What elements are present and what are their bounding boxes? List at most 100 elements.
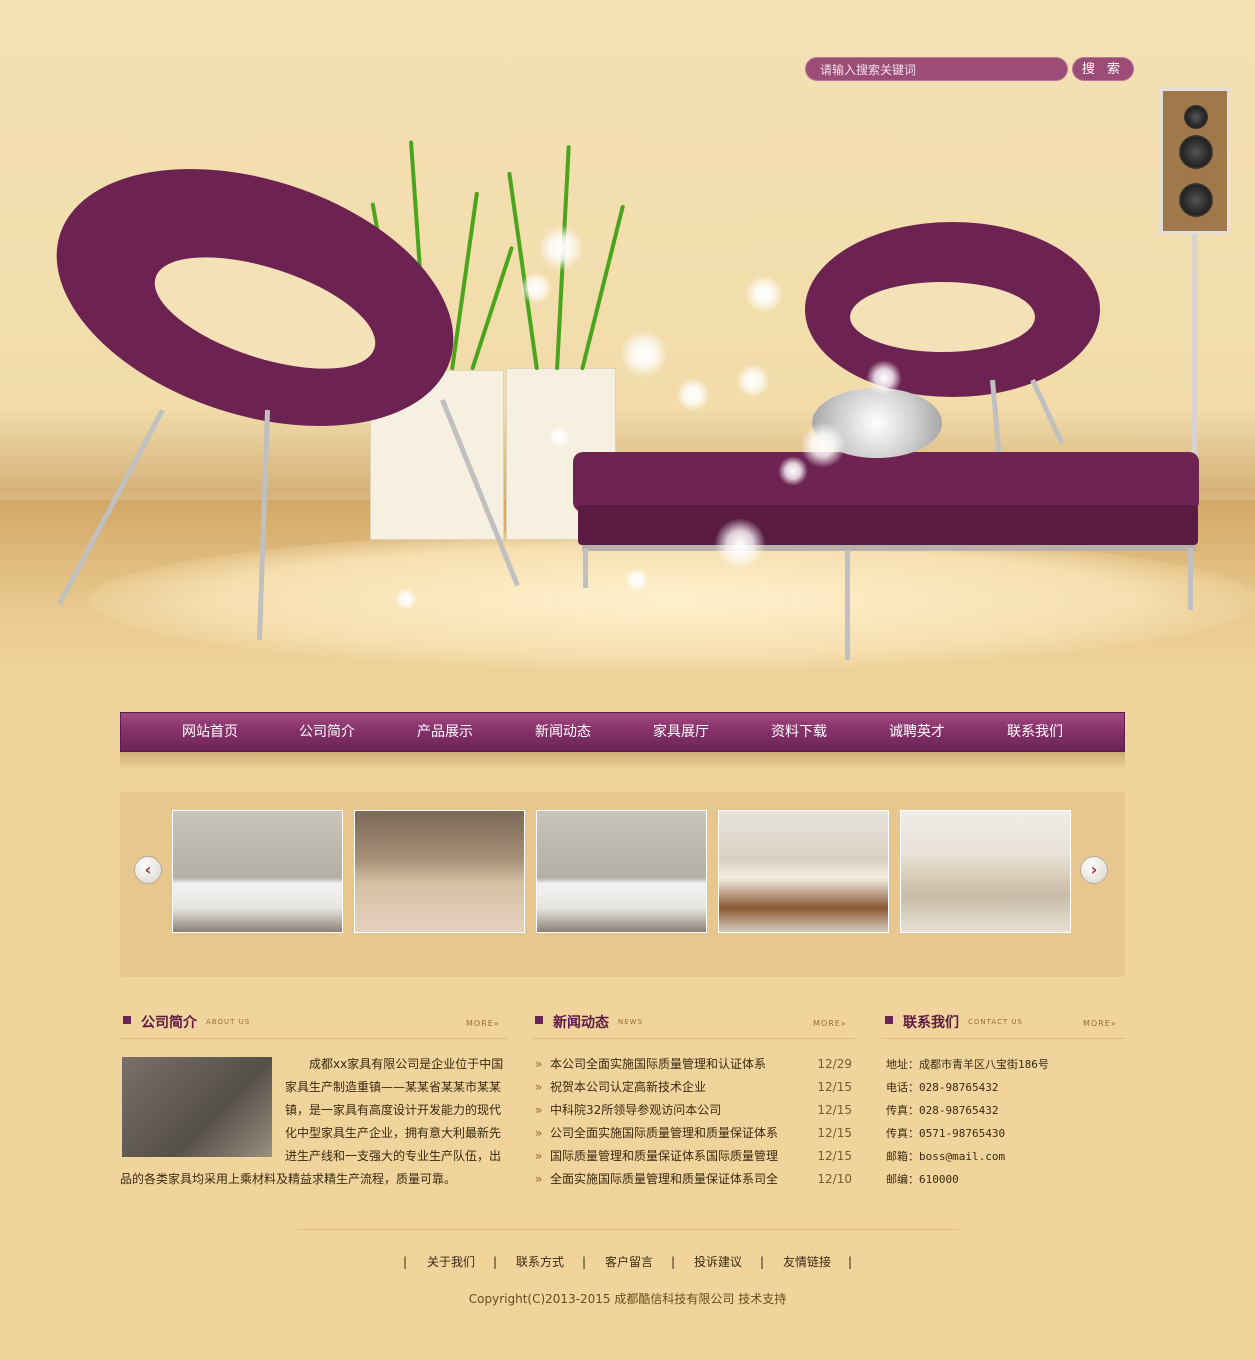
chevron-right-icon[interactable]: › [1080, 856, 1108, 884]
light-orb [520, 272, 552, 304]
divider [882, 1038, 1125, 1039]
contact-address: 地址：成都市青羊区八宝街186号 [886, 1058, 1049, 1071]
news-item-date: 12/29 [817, 1057, 852, 1071]
news-item-title: 中科院32所领导参观访问本公司 [550, 1103, 722, 1117]
news-item-title: 公司全面实施国际质量管理和质量保证体系 [550, 1126, 779, 1140]
about-text: 成都xx家具有限公司是企业位于中国家具生产制造重镇——某某省某某市某某镇，是一家… [120, 1053, 508, 1191]
footer-link-feedback[interactable]: 投诉建议 [694, 1252, 742, 1272]
separator: | [671, 1255, 676, 1269]
contact-email: 邮箱：boss@mail.com [886, 1150, 1006, 1163]
light-orb [538, 225, 584, 271]
nav-shadow [120, 752, 1125, 770]
nav-item-products[interactable]: 产品展示 [386, 713, 504, 751]
news-more-link[interactable]: MORE» [813, 1019, 847, 1028]
light-orb [620, 330, 668, 378]
light-orb [714, 518, 766, 570]
separator: | [760, 1255, 765, 1269]
square-bullet-icon [885, 1016, 893, 1024]
chevron-bullet-icon: » [535, 1057, 543, 1071]
footer-link-contact[interactable]: 联系方式 [516, 1252, 564, 1272]
about-image-spacer [120, 1053, 285, 1168]
news-item-title: 祝贺本公司认定高新技术企业 [550, 1080, 707, 1094]
speaker-image [1160, 88, 1230, 234]
woofer-2 [1179, 183, 1213, 217]
chevron-bullet-icon: » [535, 1103, 543, 1117]
ottoman-leg [845, 550, 850, 660]
ottoman-side [578, 505, 1198, 545]
news-item-title: 国际质量管理和质量保证体系国际质量管理 [550, 1149, 779, 1163]
footer-divider [297, 1229, 959, 1230]
news-item[interactable]: » 祝贺本公司认定高新技术企业 12/15 [535, 1076, 855, 1099]
news-item-title: 全面实施国际质量管理和质量保证体系司全 [550, 1172, 779, 1186]
news-item[interactable]: » 国际质量管理和质量保证体系国际质量管理 12/15 [535, 1145, 855, 1168]
nav-item-careers[interactable]: 诚聘英才 [858, 713, 976, 751]
bedroom-image [173, 811, 342, 932]
ottoman-leg [1188, 548, 1193, 610]
light-orb [866, 360, 902, 396]
hero-banner [0, 0, 1255, 680]
light-orb [778, 456, 808, 486]
chair-leg [1030, 378, 1065, 445]
main-nav: 网站首页 公司简介 产品展示 新闻动态 家具展厅 资料下载 诚聘英才 联系我们 [120, 712, 1125, 752]
nav-item-contact[interactable]: 联系我们 [976, 713, 1094, 751]
ottoman-frame [582, 545, 1196, 551]
light-orb [625, 568, 649, 592]
living-room-image [901, 811, 1070, 932]
news-item-date: 12/15 [817, 1149, 852, 1163]
news-title: 新闻动态 [553, 1015, 609, 1031]
news-item[interactable]: » 全面实施国际质量管理和质量保证体系司全 12/10 [535, 1168, 855, 1191]
chevron-bullet-icon: » [535, 1080, 543, 1094]
contact-title: 联系我们 [903, 1015, 959, 1031]
news-item[interactable]: » 公司全面实施国际质量管理和质量保证体系 12/15 [535, 1122, 855, 1145]
news-item-date: 12/15 [817, 1126, 852, 1140]
chair-right-opening [850, 282, 1035, 352]
grass-blade [470, 245, 515, 371]
slider-thumb-sofa[interactable] [900, 810, 1071, 933]
slider-thumb-bedroom-white[interactable] [172, 810, 343, 933]
chevron-left-icon[interactable]: ‹ [134, 856, 162, 884]
footer-link-about[interactable]: 关于我们 [427, 1252, 475, 1272]
light-orb [745, 275, 783, 313]
chevron-bullet-icon: » [535, 1172, 543, 1186]
grass-blade [507, 171, 539, 371]
nav-item-home[interactable]: 网站首页 [151, 713, 269, 751]
grass-blade [580, 204, 626, 371]
nav-item-showroom[interactable]: 家具展厅 [622, 713, 740, 751]
search-button[interactable]: 搜 索 [1072, 57, 1134, 81]
contact-more-link[interactable]: MORE» [1083, 1019, 1117, 1028]
search-input[interactable]: 请输入搜索关键词 [805, 57, 1068, 81]
separator: | [848, 1255, 853, 1269]
slider-thumb-wooden-bed[interactable] [718, 810, 889, 933]
news-item-date: 12/15 [817, 1103, 852, 1117]
news-item[interactable]: » 中科院32所领导参观访问本公司 12/15 [535, 1099, 855, 1122]
nav-item-about[interactable]: 公司简介 [268, 713, 386, 751]
slider-thumb-bedroom-white-2[interactable] [536, 810, 707, 933]
contact-fax: 传真：028-98765432 [886, 1104, 999, 1117]
nav-item-news[interactable]: 新闻动态 [504, 713, 622, 751]
about-more-link[interactable]: MORE» [466, 1019, 500, 1028]
bedroom-image [355, 811, 524, 932]
light-orb [736, 364, 770, 398]
square-bullet-icon [123, 1016, 131, 1024]
about-title: 公司简介 [141, 1015, 197, 1031]
light-orb [548, 426, 570, 448]
separator: | [493, 1255, 498, 1269]
about-subtitle: ABOUT US [206, 1018, 251, 1026]
woofer-1 [1179, 135, 1213, 169]
square-bullet-icon [535, 1016, 543, 1024]
separator: | [582, 1255, 587, 1269]
news-item[interactable]: » 本公司全面实施国际质量管理和认证体系 12/29 [535, 1053, 855, 1076]
copyright: Copyright(C)2013-2015 成都酷信科技有限公司 技术支持 [468, 1292, 787, 1306]
grass-blade [450, 191, 480, 371]
footer-link-messages[interactable]: 客户留言 [605, 1252, 653, 1272]
news-item-date: 12/10 [817, 1172, 852, 1186]
ottoman-leg [583, 548, 588, 588]
chevron-bullet-icon: » [535, 1149, 543, 1163]
news-item-date: 12/15 [817, 1080, 852, 1094]
news-item-title: 本公司全面实施国际质量管理和认证体系 [550, 1057, 767, 1071]
nav-item-downloads[interactable]: 资料下载 [740, 713, 858, 751]
contact-fax-2: 传真：0571-98765430 [886, 1127, 1006, 1140]
slider-thumb-bedroom-tufted[interactable] [354, 810, 525, 933]
light-orb [676, 378, 710, 412]
footer-link-friends[interactable]: 友情链接 [783, 1252, 831, 1272]
